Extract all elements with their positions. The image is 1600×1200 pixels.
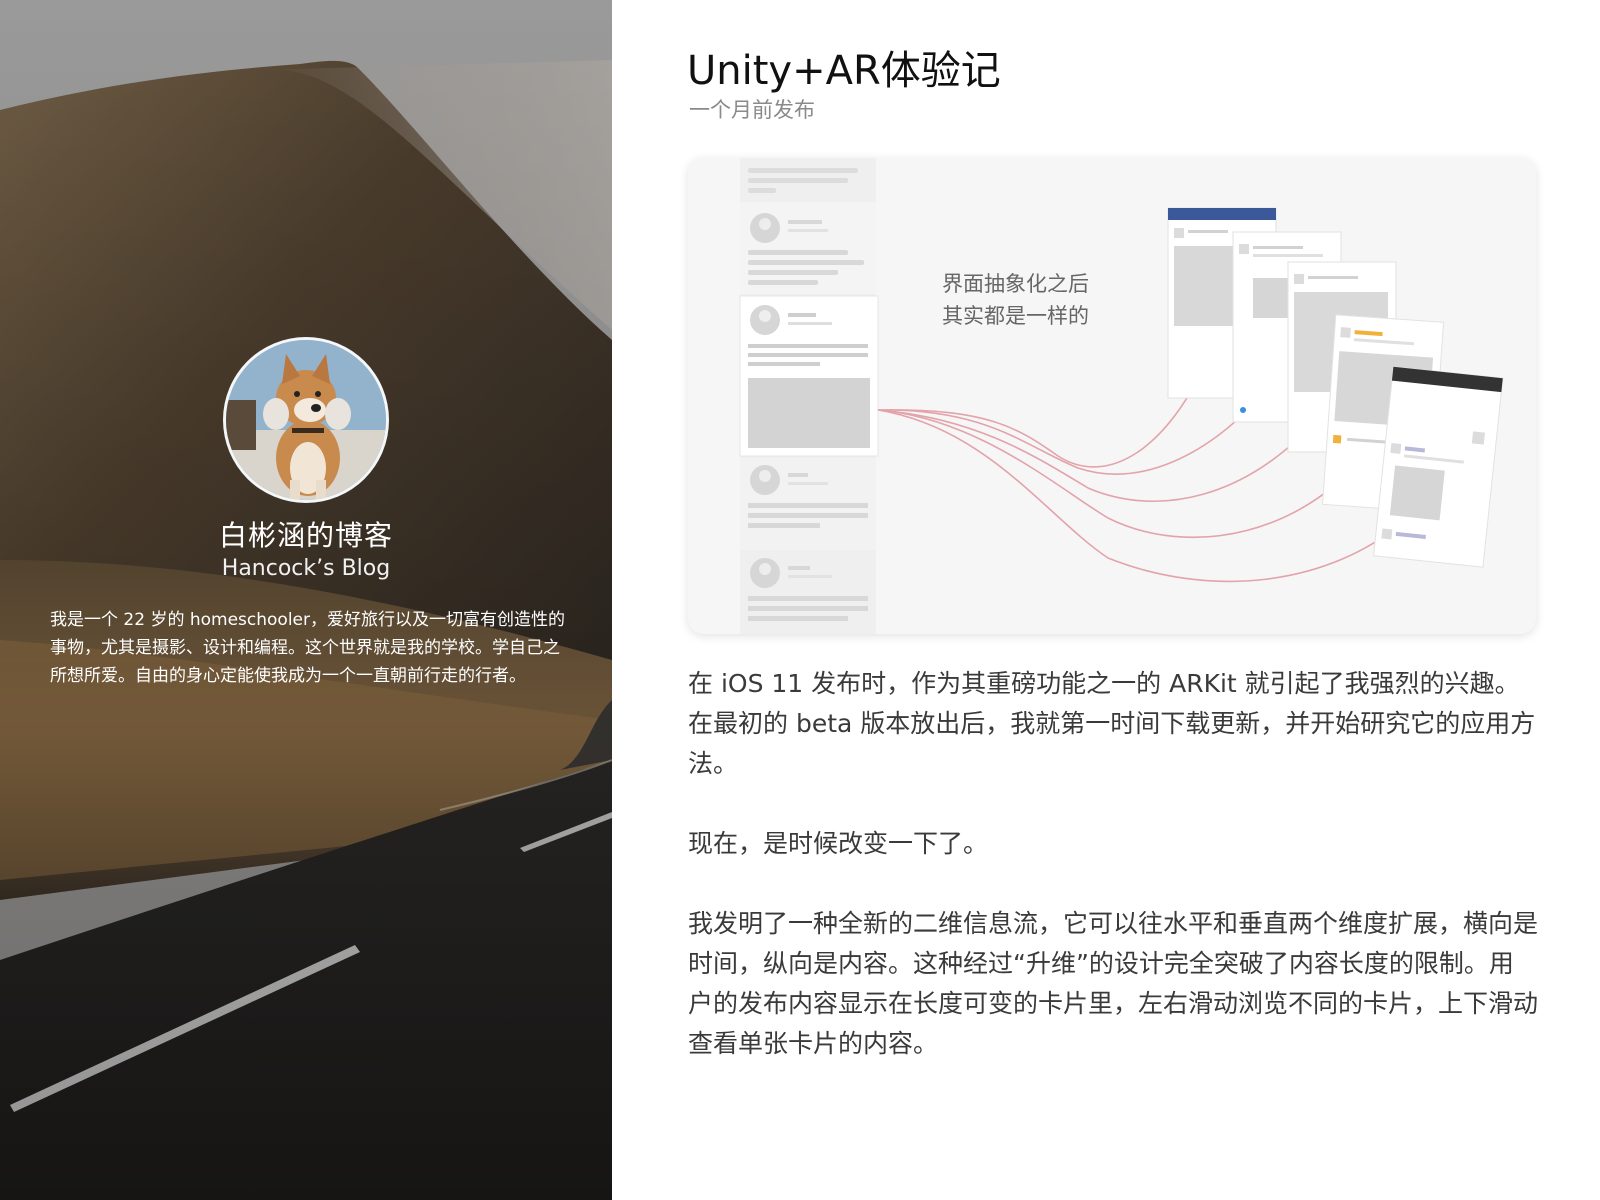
shiba-dog-photo xyxy=(226,340,386,500)
main-content: Unity+AR体验记 一个月前发布 界面抽象化之后 其实都是一样的 在 iOS… xyxy=(612,0,1600,1200)
avatar[interactable] xyxy=(223,337,389,503)
article-body: 在 iOS 11 发布时，作为其重磅功能之一的 ARKit 就引起了我强烈的兴趣… xyxy=(688,664,1538,1104)
hero-caption-line: 其实都是一样的 xyxy=(942,304,1089,328)
sidebar: 白彬涵的博客 Hancock’s Blog 我是一个 22 岁的 homesch… xyxy=(0,0,612,1200)
post-title[interactable]: Unity+AR体验记 xyxy=(687,38,1001,96)
article-paragraph: 我发明了一种全新的二维信息流，它可以往水平和垂直两个维度扩展，横向是时间，纵向是… xyxy=(688,909,1539,1058)
author-bio: 我是一个 22 岁的 homeschooler，爱好旅行以及一切富有创造性的事物… xyxy=(50,610,565,686)
article-paragraph: 在 iOS 11 发布时，作为其重磅功能之一的 ARKit 就引起了我强烈的兴趣… xyxy=(688,669,1536,778)
hero-caption-line: 界面抽象化之后 xyxy=(942,272,1089,296)
hero-illustration: 界面抽象化之后 其实都是一样的 xyxy=(688,158,1536,634)
feed-abstraction-diagram xyxy=(739,158,1504,634)
hero-caption: 界面抽象化之后 其实都是一样的 xyxy=(942,268,1089,332)
blog-title[interactable]: 白彬涵的博客 xyxy=(0,514,612,554)
sidebar-background-image xyxy=(0,0,612,1200)
post-date: 一个月前发布 xyxy=(689,98,815,122)
article-paragraph: 现在，是时候改变一下了。 xyxy=(688,829,989,858)
blog-subtitle: Hancock’s Blog xyxy=(221,556,391,581)
